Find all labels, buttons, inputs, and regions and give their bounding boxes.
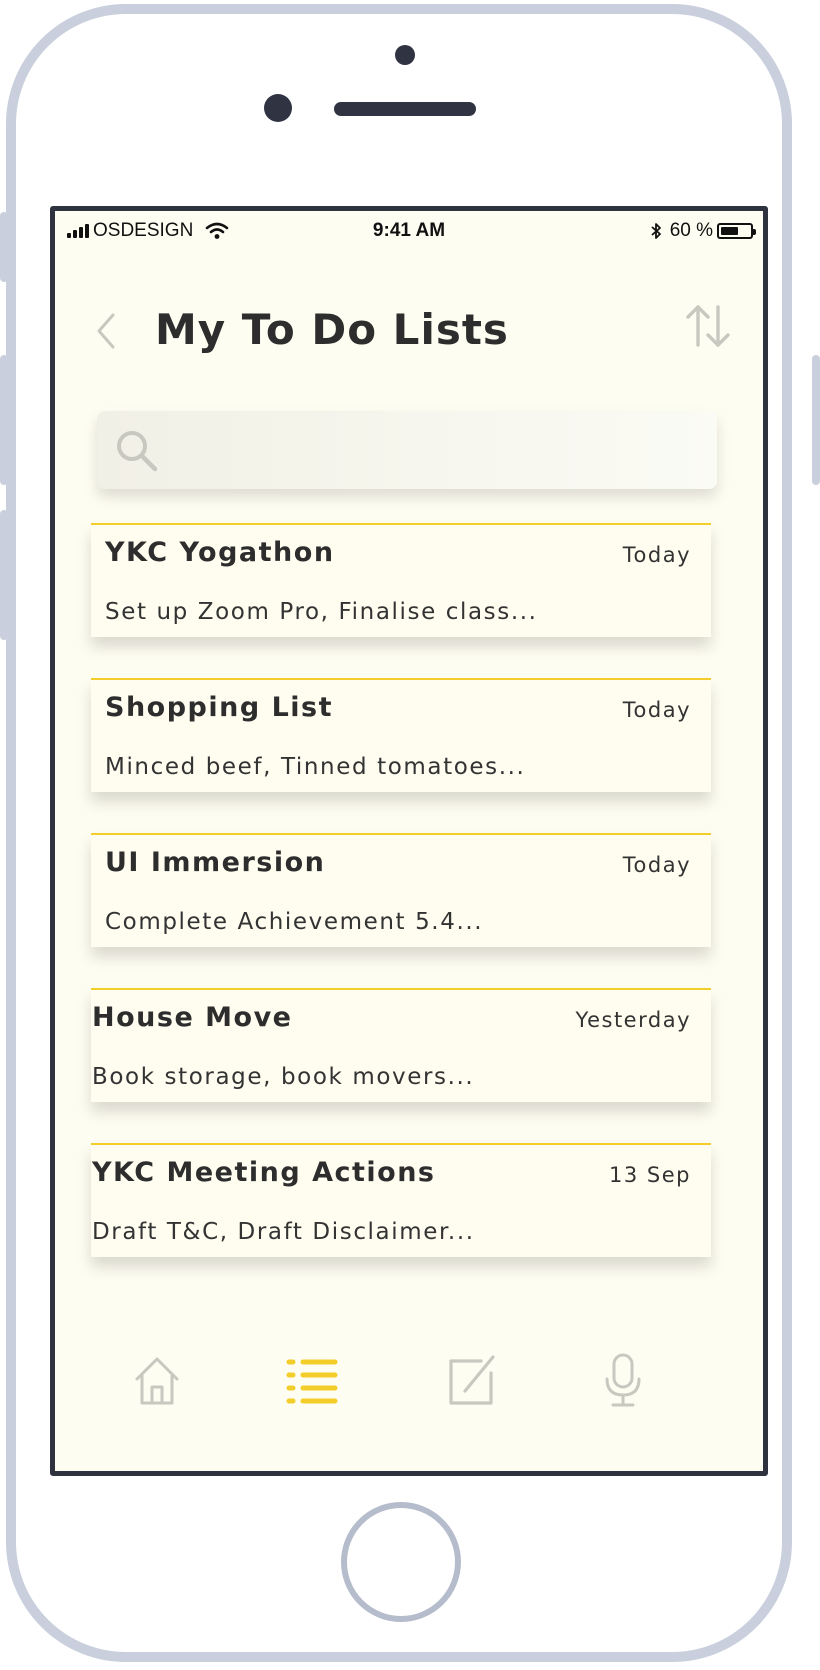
front-camera — [264, 94, 292, 122]
list-title: UI Immersion — [105, 847, 326, 878]
home-button[interactable] — [341, 1502, 461, 1622]
edit-icon[interactable] — [441, 1351, 501, 1411]
list-title: YKC Meeting Actions — [92, 1157, 436, 1188]
list-date: Today — [622, 698, 691, 722]
power-button — [812, 355, 820, 485]
list-preview: Draft T&C, Draft Disclaimer... — [92, 1219, 475, 1245]
list-preview: Minced beef, Tinned tomatoes... — [105, 754, 526, 780]
list-title: YKC Yogathon — [105, 537, 335, 568]
search-input[interactable] — [177, 429, 697, 471]
battery-icon — [717, 223, 756, 239]
status-right: 60 % — [650, 220, 756, 242]
list-icon[interactable] — [283, 1351, 343, 1411]
earpiece-speaker — [334, 102, 476, 116]
list-date: Yesterday — [575, 1008, 691, 1032]
screen: OSDESIGN 9:41 AM 60 % My To Do Lists YKC… — [50, 206, 768, 1476]
list-date: Today — [622, 853, 691, 877]
home-icon[interactable] — [127, 1351, 187, 1411]
list-card[interactable]: YKC Yogathon Today Set up Zoom Pro, Fina… — [91, 523, 711, 637]
sort-arrows-icon[interactable] — [683, 301, 733, 351]
list-card[interactable]: House Move Yesterday Book storage, book … — [91, 988, 711, 1102]
microphone-icon[interactable] — [593, 1351, 653, 1411]
list-card[interactable]: YKC Meeting Actions 13 Sep Draft T&C, Dr… — [91, 1143, 711, 1257]
list-date: Today — [622, 543, 691, 567]
search-icon — [117, 431, 158, 472]
list-preview: Book storage, book movers... — [92, 1064, 475, 1090]
header: My To Do Lists — [55, 291, 763, 371]
page-title: My To Do Lists — [155, 305, 509, 354]
status-bar: OSDESIGN 9:41 AM 60 % — [55, 211, 763, 247]
list-card[interactable]: UI Immersion Today Complete Achievement … — [91, 833, 711, 947]
list-preview: Complete Achievement 5.4... — [105, 909, 484, 935]
battery-percent: 60 % — [669, 220, 713, 241]
list-preview: Set up Zoom Pro, Finalise class... — [105, 599, 538, 625]
tab-bar — [55, 1351, 763, 1451]
proximity-sensor — [395, 45, 415, 65]
list-date: 13 Sep — [609, 1163, 691, 1187]
list-card[interactable]: Shopping List Today Minced beef, Tinned … — [91, 678, 711, 792]
list-title: Shopping List — [105, 692, 334, 723]
mute-switch — [0, 212, 8, 282]
chevron-left-icon[interactable] — [91, 309, 121, 353]
volume-up-button — [0, 355, 8, 485]
volume-down-button — [0, 510, 8, 640]
list-title: House Move — [92, 1002, 293, 1033]
search-bar[interactable] — [97, 411, 717, 489]
bluetooth-icon — [651, 223, 661, 239]
